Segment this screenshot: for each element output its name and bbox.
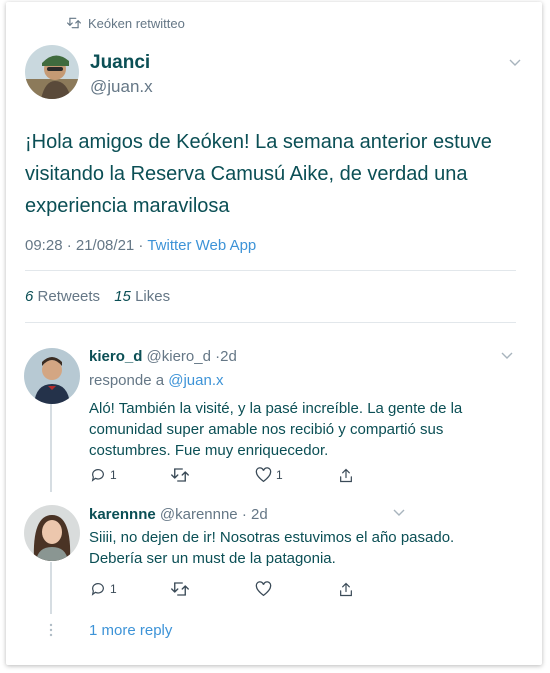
tweet-meta: 09:28 · 21/08/21 · Twitter Web App	[25, 237, 256, 254]
like-button[interactable]	[255, 581, 276, 597]
reply-author-name[interactable]: kiero_d	[89, 348, 142, 365]
retweets-stat[interactable]: 6 Retweets	[25, 288, 100, 305]
reply-header: kiero_d @kiero_d ·2d	[89, 348, 237, 365]
divider	[25, 270, 516, 271]
reply-author-name[interactable]: karennne	[89, 506, 156, 523]
reply-avatar[interactable]	[24, 348, 80, 404]
replying-to: responde a @juan.x	[89, 372, 224, 389]
reply-header: karennne @karennne · 2d	[89, 506, 268, 523]
like-button[interactable]: 1	[255, 467, 283, 483]
tweet-source-link[interactable]: Twitter Web App	[147, 237, 256, 254]
divider	[25, 322, 516, 323]
tweet-card: Keóken retwitteo Juanci @juan.x ¡Hola am…	[6, 2, 542, 665]
reply-author-handle[interactable]: @karennne	[160, 506, 238, 523]
reply-count: 1	[110, 582, 117, 596]
reply-button[interactable]: 1	[90, 581, 117, 597]
more-dots-icon	[49, 623, 53, 637]
reply-button[interactable]: 1	[90, 467, 117, 483]
like-count: 1	[276, 468, 283, 482]
reply-time[interactable]: ·2d	[215, 348, 237, 365]
thread-line	[50, 404, 52, 492]
retweet-button[interactable]	[171, 581, 193, 597]
reply-text: Aló! También la visité, y la pasé increí…	[89, 400, 463, 459]
chevron-down-icon[interactable]	[500, 351, 514, 361]
author-avatar[interactable]	[25, 45, 79, 99]
reply-avatar[interactable]	[24, 505, 80, 561]
thread-line	[50, 562, 52, 614]
tweet-stats: 6 Retweets 15 Likes	[25, 288, 170, 305]
tweet-text: ¡Hola amigos de Keóken! La semana anteri…	[25, 131, 492, 217]
author-handle[interactable]: @juan.x	[90, 77, 153, 97]
retweet-button[interactable]	[171, 467, 193, 483]
replying-to-link[interactable]: @juan.x	[168, 372, 223, 389]
retweeted-icon	[67, 17, 81, 29]
share-button[interactable]	[338, 467, 354, 484]
tweet-timestamp: 09:28 · 21/08/21 ·	[25, 237, 144, 254]
more-replies-link[interactable]: 1 more reply	[89, 622, 172, 639]
author-name[interactable]: Juanci	[90, 52, 150, 74]
reply-time[interactable]: · 2d	[242, 506, 268, 523]
reply-count: 1	[110, 468, 117, 482]
reply-text: Siiii, no dejen de ir! Nosotras estuvimo…	[89, 529, 455, 567]
likes-stat[interactable]: 15 Likes	[114, 288, 170, 305]
chevron-down-icon[interactable]	[392, 508, 406, 518]
chevron-down-icon[interactable]	[508, 58, 522, 68]
reply-author-handle[interactable]: @kiero_d	[147, 348, 211, 365]
share-button[interactable]	[338, 581, 354, 598]
retweet-banner-text: Keóken retwitteo	[88, 16, 185, 31]
